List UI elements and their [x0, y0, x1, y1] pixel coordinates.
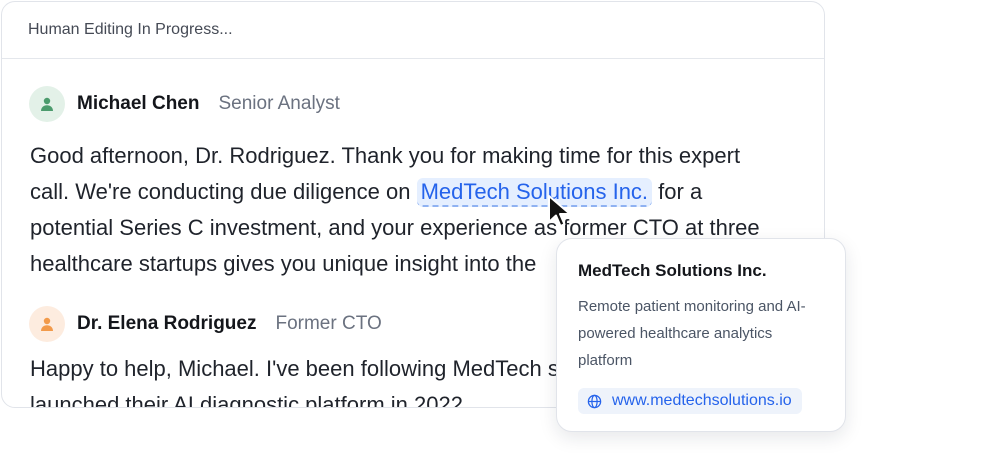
message-line: launched their AI diagnostic platform in…	[30, 392, 470, 408]
user-icon	[41, 97, 53, 111]
avatar	[29, 86, 65, 122]
editing-status-bar: Human Editing In Progress...	[2, 2, 824, 59]
message-fragment: for a	[652, 179, 703, 204]
speaker-role: Former CTO	[275, 313, 382, 334]
editing-status-text: Human Editing In Progress...	[28, 21, 233, 38]
entity-highlight-medtech[interactable]: MedTech Solutions Inc.	[416, 178, 653, 207]
arrow-cursor-icon	[548, 195, 571, 227]
speaker-name: Michael Chen	[77, 93, 200, 114]
message-line: call. We're conducting due diligence on …	[30, 174, 760, 210]
speaker-role: Senior Analyst	[218, 93, 340, 114]
message-line: Happy to help, Michael. I've been follow…	[30, 356, 647, 381]
website-link-text: www.medtechsolutions.io	[612, 392, 792, 409]
user-icon	[41, 317, 53, 331]
website-link[interactable]: www.medtechsolutions.io	[578, 388, 802, 414]
message-line: Good afternoon, Dr. Rodriguez. Thank you…	[30, 143, 741, 168]
speaker-header-elena: Dr. Elena Rodriguez Former CTO	[29, 306, 382, 342]
popover-title: MedTech Solutions Inc.	[578, 261, 767, 280]
avatar	[29, 306, 65, 342]
popover-description: Remote patient monitoring and AI-powered…	[578, 298, 806, 369]
entity-popover: MedTech Solutions Inc. Remote patient mo…	[556, 238, 846, 432]
message-fragment: call. We're conducting due diligence on	[30, 179, 417, 204]
message-text[interactable]: Happy to help, Michael. I've been follow…	[30, 351, 647, 408]
globe-icon	[587, 394, 602, 408]
speaker-header-michael: Michael Chen Senior Analyst	[29, 86, 340, 122]
speaker-name: Dr. Elena Rodriguez	[77, 313, 257, 334]
